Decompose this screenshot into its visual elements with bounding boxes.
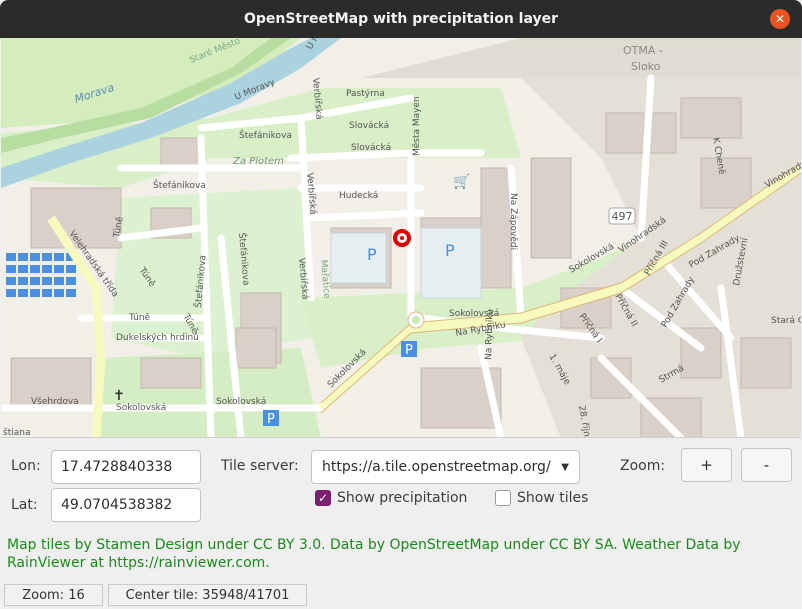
map-label: Štefánikova	[239, 129, 292, 141]
chevron-down-icon: ▼	[561, 461, 569, 473]
map-canvas[interactable]: 497 P P P P ✝ 🛒 Morava Staré Město U Mor…	[1, 38, 801, 438]
parking-icon: P	[267, 412, 275, 427]
show-precipitation-checkbox[interactable]: ✓ Show precipitation	[315, 490, 467, 506]
parking-icon: P	[445, 241, 455, 260]
tile-server-value: https://a.tile.openstreetmap.org/	[322, 459, 551, 475]
church-icon: ✝	[113, 388, 125, 404]
tile-server-select[interactable]: https://a.tile.openstreetmap.org/ ▼	[311, 450, 580, 484]
zoom-label: Zoom:	[620, 458, 666, 474]
map-label: OTMA -	[623, 44, 663, 57]
parking-icon: P	[367, 245, 377, 264]
map-label: štiana	[3, 427, 30, 438]
map-label: Štefánikova	[153, 179, 206, 191]
zoom-out-button[interactable]: -	[741, 448, 792, 482]
tile-server-label: Tile server:	[221, 458, 299, 474]
map-view[interactable]: 497 P P P P ✝ 🛒 Morava Staré Město U Mor…	[1, 38, 801, 438]
zoom-in-button[interactable]: +	[681, 448, 732, 482]
map-label: Všehrdova	[31, 396, 79, 407]
map-label: Slovácká	[349, 121, 389, 131]
shop-icon: 🛒	[453, 173, 470, 190]
map-label: Sokolovská	[116, 403, 166, 413]
map-label: Na Zápovědi	[508, 193, 518, 250]
route-label: 497	[612, 210, 633, 223]
map-label: Města Mayen	[412, 96, 422, 156]
lat-input[interactable]	[51, 488, 201, 522]
lon-label: Lon:	[11, 458, 41, 474]
checkbox-unchecked-icon[interactable]	[495, 490, 511, 506]
checkbox-checked-icon[interactable]: ✓	[315, 490, 331, 506]
map-label: Hudecká	[339, 191, 378, 201]
show-tiles-checkbox[interactable]: Show tiles	[495, 490, 588, 506]
map-label: Slovácká	[351, 143, 391, 153]
window-title: OpenStreetMap with precipitation layer	[243, 11, 559, 27]
map-label: Sloko	[631, 60, 661, 73]
lat-label: Lat:	[11, 497, 38, 513]
status-center-tile: Center tile: 35948/41701	[108, 584, 307, 606]
show-tiles-label: Show tiles	[517, 490, 589, 506]
show-precipitation-label: Show precipitation	[337, 490, 468, 506]
map-label: Dukelských hrdinů	[116, 332, 199, 343]
window-titlebar: OpenStreetMap with precipitation layer ✕	[0, 0, 802, 38]
parking-icon: P	[405, 343, 413, 358]
map-label: Pastýrna	[346, 89, 385, 99]
map-label: Stará C	[771, 316, 801, 326]
lon-input[interactable]	[51, 450, 201, 484]
map-label: Túně	[128, 313, 151, 323]
attribution-text: Map tiles by Stamen Design under CC BY 3…	[7, 537, 741, 571]
map-label: Za Plotem	[232, 156, 284, 167]
status-zoom: Zoom: 16	[4, 584, 103, 606]
map-label: Sokolovská	[216, 397, 266, 407]
close-icon[interactable]: ✕	[770, 9, 790, 29]
map-label: Na Rybníku	[484, 309, 496, 360]
